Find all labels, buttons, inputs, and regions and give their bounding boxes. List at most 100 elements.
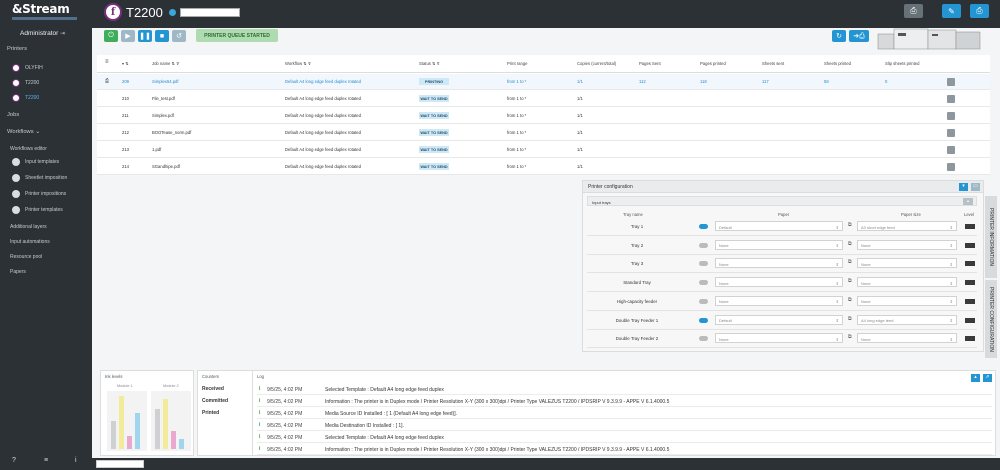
paper-select[interactable]: None ⇕ xyxy=(715,239,843,250)
tab-printer-information[interactable]: PRINTER INFORMATION xyxy=(985,196,997,278)
col-workflow[interactable]: Workflow ⇅ ⊽ xyxy=(285,61,311,66)
job-name[interactable]: SGandhipe.pdf xyxy=(152,164,180,169)
paper-select[interactable]: Default ⇕ xyxy=(715,314,843,325)
edit-paper-icon[interactable]: ⧉ xyxy=(848,297,852,303)
edit-paper-icon[interactable]: ⧉ xyxy=(848,222,852,228)
info-icon[interactable] xyxy=(168,8,176,16)
row-delete-button[interactable] xyxy=(947,112,955,120)
printer-selector-field[interactable] xyxy=(179,7,240,17)
table-row[interactable]: 213 1.pdf Default A4 long edge feed dupl… xyxy=(97,142,990,158)
help-icon[interactable]: ? xyxy=(12,457,16,464)
col-status[interactable]: Status ⇅ ⊽ xyxy=(419,61,440,66)
collapse-icon[interactable]: ▾ xyxy=(959,183,968,191)
edit-paper-icon[interactable]: ⧉ xyxy=(848,241,852,247)
row-delete-button[interactable] xyxy=(947,129,955,137)
add-printer-button[interactable]: ⎙ xyxy=(970,4,989,18)
stop-button[interactable]: ■ xyxy=(155,30,169,42)
refresh-button[interactable]: ↻ xyxy=(832,30,846,42)
tray-toggle[interactable] xyxy=(699,336,708,342)
table-row[interactable]: 211 Simplex.pdf Default A4 long edge fee… xyxy=(97,108,990,124)
printers-heading[interactable]: Printers xyxy=(7,46,27,52)
edit-paper-icon[interactable]: ⧉ xyxy=(848,278,852,284)
sidebar-item-printer-3[interactable]: T2200 xyxy=(12,94,39,102)
admin-label[interactable]: Administrator xyxy=(20,30,58,37)
table-row[interactable]: ⎙ 209 Simplex64.pdf Default A4 long edge… xyxy=(97,74,990,90)
tray-toggle[interactable] xyxy=(699,317,708,323)
job-workflow[interactable]: Default A4 long edge feed duplex rotated xyxy=(285,130,361,135)
job-id: 212 xyxy=(122,130,129,135)
paper-size-select[interactable]: A3 short edge feed ⇕ xyxy=(857,221,957,231)
sidebar-item-printer-templates[interactable]: Printer templates xyxy=(12,206,63,214)
table-row[interactable]: 210 File_test.pdf Default A4 long edge f… xyxy=(97,91,990,107)
menu-icon[interactable]: ≡ xyxy=(44,457,48,464)
logout-icon[interactable]: ⇥ xyxy=(60,30,65,37)
workflows-heading[interactable]: Workflows ⌄ xyxy=(7,129,40,135)
paper-select[interactable]: None ⇕ xyxy=(715,258,843,269)
sidebar-item-printer-1[interactable]: OLYFIH xyxy=(12,64,43,72)
row-delete-button[interactable] xyxy=(947,146,955,154)
paper-select[interactable]: None ⇕ xyxy=(715,333,843,344)
paper-size-select[interactable]: None ⇕ xyxy=(857,333,957,344)
paper-size-select[interactable]: None ⇕ xyxy=(857,295,957,306)
log-time: 9/5/25, 4:02 PM xyxy=(267,386,303,393)
tab-printer-configuration[interactable]: PRINTER CONFIGURATION xyxy=(985,280,997,358)
sidebar-item-printer-impositions[interactable]: Printer impositions xyxy=(12,190,66,198)
edit-paper-icon[interactable]: ⧉ xyxy=(848,334,852,340)
job-name[interactable]: File_test.pdf xyxy=(152,96,175,101)
collapse-section-icon[interactable]: ▴ xyxy=(963,198,973,205)
job-name[interactable]: BOOTease_norm.pdf xyxy=(152,130,191,135)
paper-size-select[interactable]: None ⇕ xyxy=(857,258,957,269)
reset-button[interactable]: ↺ xyxy=(172,30,186,42)
tray-toggle[interactable] xyxy=(699,280,708,286)
row-delete-button[interactable] xyxy=(947,163,955,171)
sidebar-item-input-automations[interactable]: Input automations xyxy=(10,239,50,245)
job-workflow[interactable]: Default A4 long edge feed duplex rotated xyxy=(285,79,361,84)
jobs-heading[interactable]: Jobs xyxy=(7,112,19,118)
job-workflow[interactable]: Default A4 long edge feed duplex rotated xyxy=(285,96,361,101)
sidebar-item-printer-2[interactable]: T2200 xyxy=(12,79,39,87)
col-job-name[interactable]: Job name ⇅ ⊽ xyxy=(152,61,179,66)
tray-toggle[interactable] xyxy=(699,298,708,304)
paper-size-select[interactable]: None ⇕ xyxy=(857,277,957,288)
table-row[interactable]: 212 BOOTease_norm.pdf Default A4 long ed… xyxy=(97,125,990,141)
job-name[interactable]: Simplex64.pdf xyxy=(152,79,179,84)
paper-select[interactable]: None ⇕ xyxy=(715,295,843,306)
sidebar-item-input-templates[interactable]: Input templates xyxy=(12,158,59,166)
job-workflow[interactable]: Default A4 long edge feed duplex rotated xyxy=(285,164,361,169)
pause-button[interactable]: ❚❚ xyxy=(138,30,152,42)
edit-paper-icon[interactable]: ⧉ xyxy=(848,259,852,265)
print-icon-button[interactable]: ⎙ xyxy=(904,4,923,18)
sort-icon[interactable]: ▾ ⇅ xyxy=(122,61,129,66)
about-icon[interactable]: i xyxy=(75,457,77,464)
row-delete-button[interactable] xyxy=(947,78,955,86)
sidebar-item-workflows-editor[interactable]: Workflows editor xyxy=(10,146,47,152)
edit-paper-icon[interactable]: ⧉ xyxy=(848,316,852,322)
tray-toggle[interactable] xyxy=(699,224,708,229)
power-button[interactable]: ⏻ xyxy=(104,30,118,42)
table-row[interactable]: 214 SGandhipe.pdf Default A4 long edge f… xyxy=(97,159,990,175)
paper-select[interactable]: None ⇕ xyxy=(715,277,843,288)
row-delete-button[interactable] xyxy=(947,95,955,103)
sidebar-item-papers[interactable]: Papers xyxy=(10,269,26,275)
sidebar-item-additional-layers[interactable]: Additional layers xyxy=(10,224,47,230)
job-workflow[interactable]: Default A4 long edge feed duplex rotated xyxy=(285,113,361,118)
export-log-icon[interactable]: ⇗ xyxy=(983,374,992,382)
job-range: from 1 to * xyxy=(507,130,527,135)
paper-size-select[interactable]: None ⇕ xyxy=(857,239,957,250)
tray-toggle[interactable] xyxy=(699,261,708,267)
tray-name: Tray 2 xyxy=(630,242,644,248)
paper-select[interactable]: Default ⇕ xyxy=(715,221,843,231)
paper-size-select[interactable]: A4 long edge feed ⇕ xyxy=(857,314,957,325)
job-name[interactable]: 1.pdf xyxy=(152,147,161,152)
menu-icon[interactable]: ≡ xyxy=(105,59,109,65)
play-button[interactable]: ▶ xyxy=(121,30,135,42)
expand-icon[interactable]: ▭ xyxy=(971,183,980,191)
tray-toggle[interactable] xyxy=(699,242,708,248)
sidebar-item-sheetlet-imposition[interactable]: Sheetlet imposition xyxy=(12,174,67,182)
job-workflow[interactable]: Default A4 long edge feed duplex rotated xyxy=(285,147,361,152)
scroll-top-icon[interactable]: ▴ xyxy=(971,374,980,382)
edit-printer-button[interactable]: ✎ xyxy=(942,4,961,18)
sidebar-item-resource-pool[interactable]: Resource pool xyxy=(10,254,42,260)
send-to-printer-button[interactable]: ➜⎙ xyxy=(849,30,869,42)
job-name[interactable]: Simplex.pdf xyxy=(152,113,174,118)
